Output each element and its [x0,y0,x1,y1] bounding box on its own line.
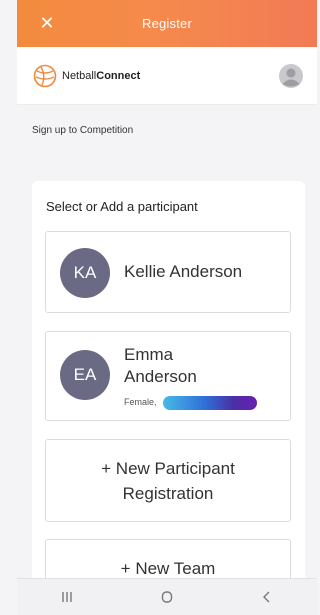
participant-initials: EA [60,350,110,400]
back-icon[interactable] [252,585,282,609]
system-nav-bar [17,578,317,615]
app-bar: ✕ Register [17,0,317,47]
participant-card[interactable]: KA Kellie Anderson [45,231,291,313]
participant-initials: KA [60,248,110,298]
user-avatar-icon[interactable] [279,64,303,88]
brand-name: NetballConnect [62,70,141,82]
section-subheading: Sign up to Competition [32,125,134,136]
new-participant-button[interactable]: + New Participant Registration [45,439,291,522]
page-title: Register [141,16,192,31]
panel-title: Select or Add a participant [46,199,198,214]
brand-header: NetballConnect [17,47,317,105]
home-icon[interactable] [152,585,182,609]
participant-name: Emma Anderson [124,345,197,386]
redacted-info [163,396,257,410]
participant-name: Kellie Anderson [124,262,243,281]
close-icon[interactable]: ✕ [35,11,59,35]
participant-gender: Female, [124,397,157,407]
participant-card[interactable]: EA Emma Anderson Female, [45,331,291,421]
netball-icon [33,64,57,88]
new-participant-label: + New Participant Registration [101,459,235,503]
participant-panel: Select or Add a participant KA Kellie An… [32,181,305,601]
recents-icon[interactable] [52,585,82,609]
brand-logo[interactable]: NetballConnect [33,64,140,88]
